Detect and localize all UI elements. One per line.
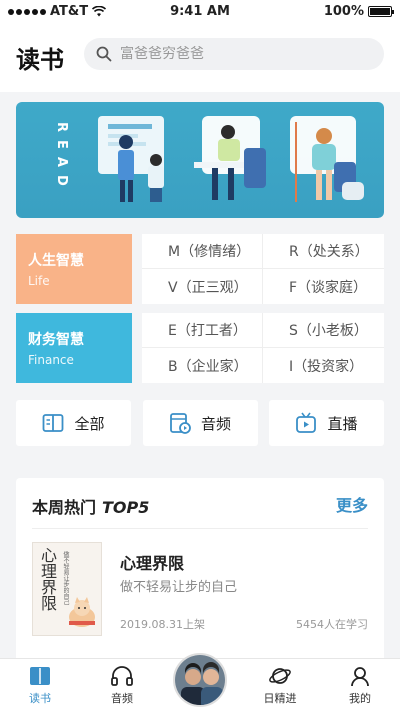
tab-label: 音频 [111, 692, 133, 705]
tab-audio[interactable]: 音频 [92, 665, 152, 706]
audio-button[interactable]: 音频 [142, 400, 258, 446]
search-input[interactable] [120, 46, 360, 62]
headphones-icon [111, 666, 133, 686]
book-tab-icon [30, 667, 50, 685]
category-name: 财务智慧 [28, 332, 84, 348]
live-label: 直播 [327, 414, 358, 433]
battery-percent: 100% [323, 4, 364, 19]
book-title[interactable]: 心理界限 [120, 550, 184, 574]
tab-reading[interactable]: 读书 [10, 665, 70, 706]
tab-bar: 读书 音频 日精进 我的 [0, 653, 400, 711]
page-title: 读书 [16, 46, 64, 74]
planet-icon [269, 668, 291, 684]
search-bar[interactable] [84, 38, 384, 70]
tab-label: 我的 [349, 692, 371, 705]
battery-status: 100% [323, 4, 394, 19]
category-name-en: Finance [28, 353, 74, 367]
header: 读书 [0, 22, 400, 92]
category-item[interactable]: E（打工者） [142, 313, 263, 348]
book-cover[interactable]: 心理界限 做不轻易让步的自己 [32, 542, 102, 636]
main-content: READ 人生智慧 Life M（修情绪） R（处关系） V（正三观） F（谈家… [0, 92, 400, 668]
category-name-en: Life [28, 274, 50, 288]
cover-title: 心理界限 [38, 547, 57, 611]
category-item[interactable]: V（正三观） [142, 269, 263, 304]
tab-label: 读书 [29, 692, 51, 705]
release-date: 2019.08.31上架 [120, 618, 205, 631]
live-button[interactable]: 直播 [269, 400, 384, 446]
tab-daily[interactable]: 日精进 [250, 665, 310, 706]
learner-count: 5454人在学习 [296, 618, 368, 631]
category-grid: E（打工者） S（小老板） B（企业家） I（投资家） [142, 313, 384, 383]
banner-illustration [98, 116, 364, 202]
category-finance: 财务智慧 Finance E（打工者） S（小老板） B（企业家） I（投资家） [16, 313, 384, 383]
category-name: 人生智慧 [28, 253, 84, 269]
status-bar: AT&T 9:41 AM 100% [0, 0, 400, 22]
category-item[interactable]: M（修情绪） [142, 234, 263, 269]
category-label-life[interactable]: 人生智慧 Life [16, 234, 132, 304]
center-avatar[interactable] [173, 653, 227, 707]
category-grid: M（修情绪） R（处关系） V（正三观） F（谈家庭） [142, 234, 384, 304]
audio-label: 音频 [200, 414, 231, 433]
category-item[interactable]: I（投资家） [263, 348, 384, 383]
battery-icon [368, 6, 394, 17]
category-life: 人生智慧 Life M（修情绪） R（处关系） V（正三观） F（谈家庭） [16, 234, 384, 304]
cat-illustration [69, 597, 95, 627]
section-title-italic: TOP5 [102, 498, 150, 517]
divider [32, 528, 368, 529]
section-title-text: 本周热门 [32, 498, 97, 517]
category-label-finance[interactable]: 财务智慧 Finance [16, 313, 132, 383]
book-description: 做不轻易让步的自己 [120, 580, 238, 595]
tab-mine[interactable]: 我的 [330, 665, 390, 706]
category-item[interactable]: B（企业家） [142, 348, 263, 383]
user-icon [351, 667, 369, 687]
top5-section: 本周热门 TOP5 更多 心理界限 做不轻易让步的自己 心理界限 做不轻易让步的自… [16, 478, 384, 668]
promo-banner[interactable]: READ [16, 102, 384, 218]
live-tv-icon [296, 412, 317, 433]
search-icon [96, 46, 112, 62]
all-label: 全部 [74, 414, 105, 433]
category-item[interactable]: S（小老板） [263, 313, 384, 348]
avatar-photo [175, 655, 225, 705]
quick-actions: 全部 音频 直播 [16, 400, 384, 446]
category-item[interactable]: R（处关系） [263, 234, 384, 269]
all-button[interactable]: 全部 [16, 400, 131, 446]
audio-icon [170, 413, 191, 434]
book-icon [43, 414, 64, 432]
tab-label: 日精进 [263, 692, 297, 705]
section-title: 本周热门 TOP5 [32, 494, 149, 518]
more-link[interactable]: 更多 [336, 492, 368, 516]
category-item[interactable]: F（谈家庭） [263, 269, 384, 304]
